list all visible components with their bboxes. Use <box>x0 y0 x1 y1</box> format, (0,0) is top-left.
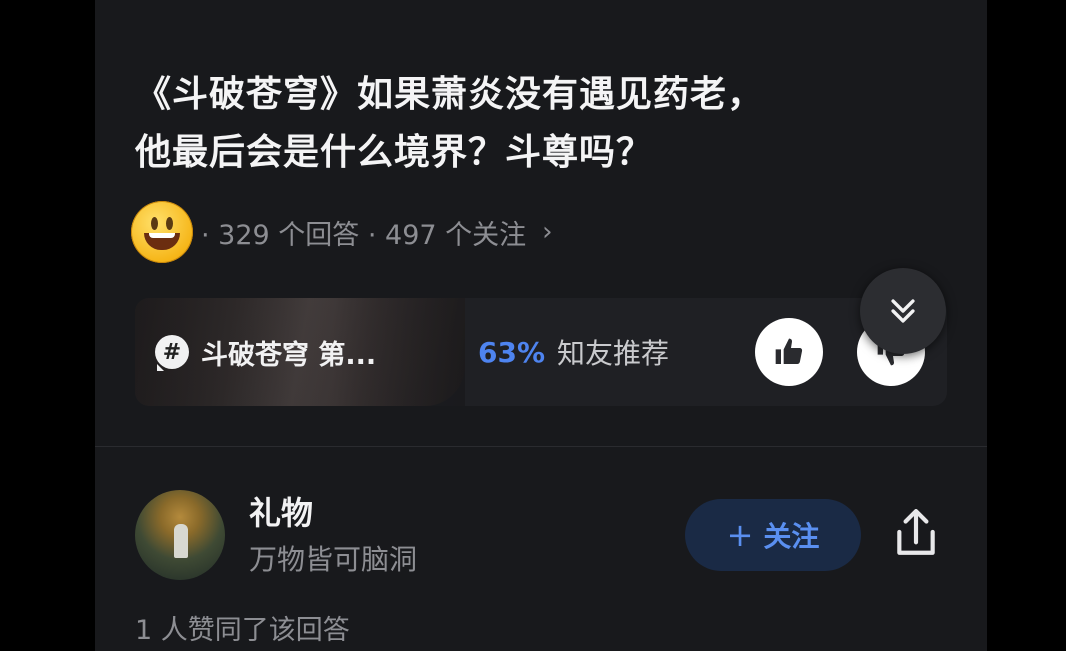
recommend-text: 知友推荐 <box>557 337 670 370</box>
upvote-count-text: 1 人赞同了该回答 <box>135 615 350 646</box>
question-title-line2: 他最后会是什么境界？斗尊吗？ <box>135 132 654 173</box>
double-chevron-down-icon <box>891 299 915 323</box>
author-avatar[interactable] <box>135 490 225 580</box>
follow-button[interactable]: + 关注 <box>685 499 861 571</box>
author-bio: 万物皆可脑洞 <box>249 543 418 576</box>
share-button[interactable] <box>891 502 941 566</box>
thumbs-up-button[interactable] <box>755 318 823 386</box>
collapse-fab-button[interactable] <box>860 268 946 354</box>
chevron-right-icon: › <box>542 217 553 247</box>
topic-label[interactable]: # 斗破苍穹 第... <box>155 328 376 376</box>
topic-name: 斗破苍穹 第... <box>201 339 377 371</box>
section-divider <box>95 446 987 447</box>
follow-label: 关注 <box>763 520 820 553</box>
topic-card[interactable]: # 斗破苍穹 第... 63% 知友推荐 <box>135 298 947 406</box>
screen: 《斗破苍穹》如果萧炎没有遇见药老， 他最后会是什么境界？斗尊吗？ · 329 个… <box>95 0 987 651</box>
question-meta-row[interactable]: · 329 个回答 · 497 个关注 › <box>131 201 553 263</box>
question-title-line1: 《斗破苍穹》如果萧炎没有遇见药老， <box>135 74 765 115</box>
smiley-emoji-icon <box>131 201 193 263</box>
question-title[interactable]: 《斗破苍穹》如果萧炎没有遇见药老， 他最后会是什么境界？斗尊吗？ <box>135 66 935 182</box>
recommend-rate: 63% 知友推荐 <box>478 328 669 376</box>
share-icon <box>897 509 935 555</box>
recommend-percent: 63% <box>478 335 546 369</box>
author-name[interactable]: 礼物 <box>249 488 313 534</box>
hashtag-icon: # <box>155 335 189 371</box>
question-stats: · 329 个回答 · 497 个关注 <box>201 219 527 251</box>
thumbs-up-icon <box>775 338 803 364</box>
plus-icon: + <box>726 516 754 554</box>
